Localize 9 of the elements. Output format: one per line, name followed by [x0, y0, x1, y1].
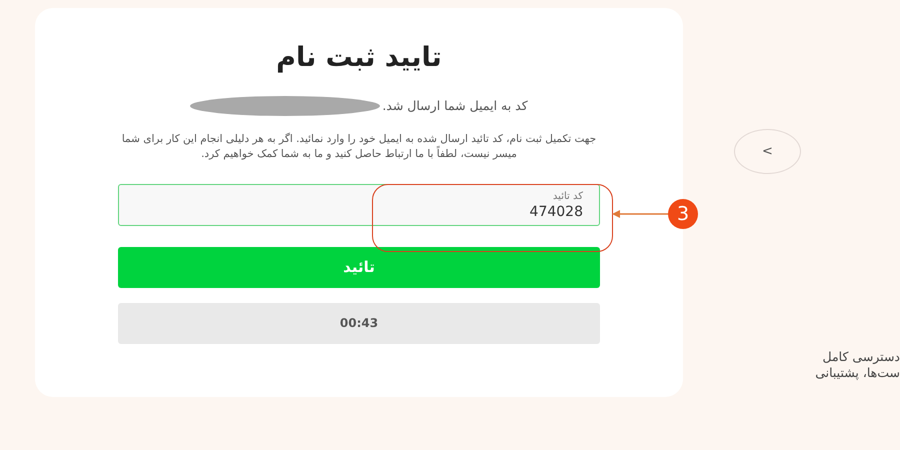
page-title: تایید ثبت نام — [275, 42, 443, 74]
feature-text: ست‌ها، پشتیبانی — [815, 364, 900, 380]
annotation-number: 3 — [668, 199, 698, 229]
previous-button[interactable]: < — [734, 129, 801, 174]
feature-text: دسترسی کامل — [822, 349, 900, 365]
field-label: کد تائید — [552, 190, 583, 204]
sent-notice: کد به ایمیل شما ارسال شد. — [382, 97, 528, 116]
timer-bar: 00:43 — [118, 302, 600, 344]
instructions-text: جهت تکمیل ثبت نام، کد تائید ارسال شده به ایمیل خود را وارد نمائید. اگر به هر دلیلی انجام این کار برای شما میسر نیست، لطفاً با ما ارتباط حاصل کنید و ما به شما کمک خواهیم کرد. — [120, 132, 598, 162]
